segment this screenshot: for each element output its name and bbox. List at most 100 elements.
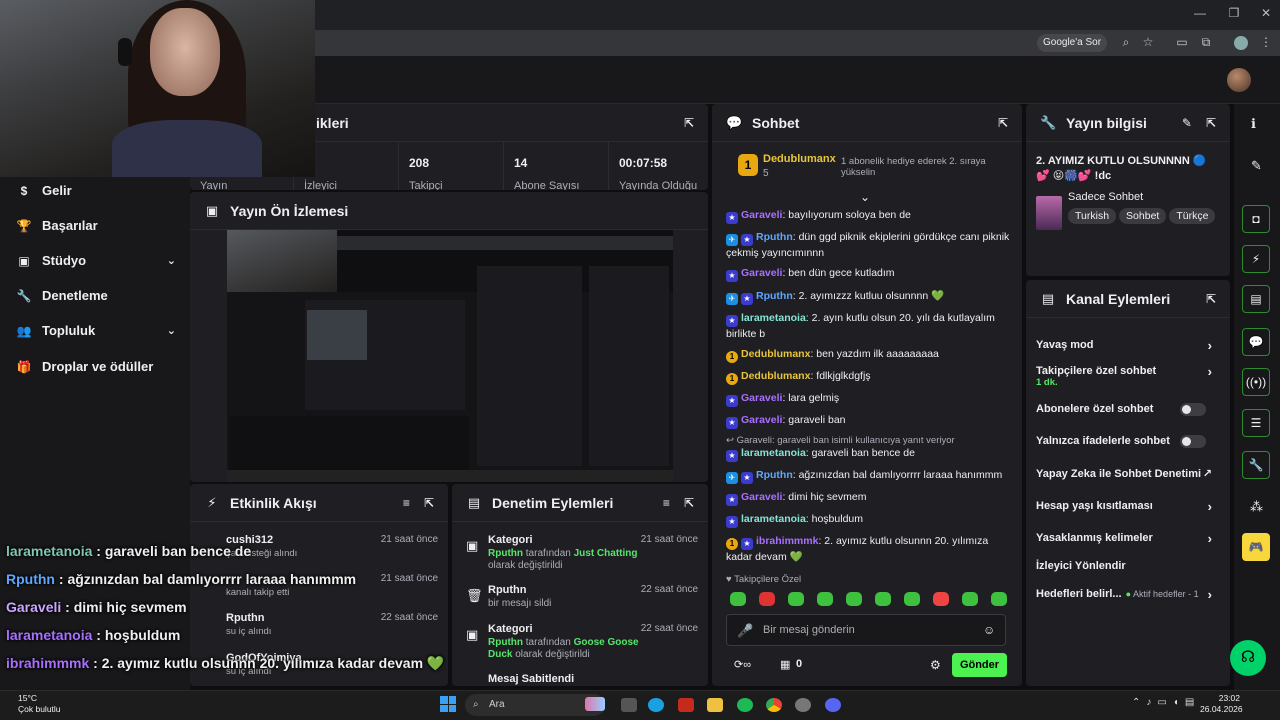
edge-icon[interactable]	[648, 698, 664, 712]
send-button[interactable]: Gönder	[952, 653, 1007, 677]
wrench-icon[interactable]: 🔧	[1242, 451, 1270, 479]
channel-action-item[interactable]: Hedefleri belirl... ● Aktif hedefler - 1 ›	[1036, 587, 1220, 602]
help-headset-icon[interactable]: ☊	[1230, 640, 1266, 676]
emote-icon[interactable]	[904, 592, 920, 606]
folder-icon[interactable]	[707, 698, 723, 712]
popout-icon[interactable]: ⇱	[1206, 292, 1216, 306]
toggle-switch[interactable]	[1180, 435, 1206, 448]
sidebar-item-studyo[interactable]: ▣ Stüdyo ⌄	[16, 253, 176, 268]
channel-action-item[interactable]: Yavaş mod ›	[1036, 338, 1220, 353]
community-icon[interactable]: ⁂	[1250, 499, 1263, 515]
chat-username[interactable]: larametanoia	[741, 312, 806, 324]
bookmark-icon[interactable]: ☆	[1140, 35, 1156, 49]
info-icon[interactable]: ℹ	[1251, 116, 1256, 132]
channel-action-item[interactable]: Yasaklanmış kelimeler ›	[1036, 531, 1220, 546]
emote-icon[interactable]	[817, 592, 833, 606]
edit-pencil-icon[interactable]: ✎	[1182, 116, 1192, 130]
sidebar-item-gelir[interactable]: $ Gelir	[16, 183, 176, 198]
emote-icon[interactable]	[933, 592, 949, 606]
microphone-icon[interactable]: 🎤	[737, 623, 753, 639]
emote-icon[interactable]	[788, 592, 804, 606]
tag[interactable]: Turkish	[1068, 208, 1117, 224]
media-icon[interactable]: ▭	[1174, 35, 1190, 49]
restore-icon[interactable]: ❐	[1224, 6, 1244, 20]
emote-icon[interactable]	[962, 592, 978, 606]
close-icon[interactable]: ✕	[1256, 6, 1276, 20]
emote-icon[interactable]	[730, 592, 746, 606]
chat-username[interactable]: Dedublumanx	[741, 348, 810, 360]
emote-icon[interactable]	[759, 592, 775, 606]
chat-username[interactable]: Garaveli	[741, 414, 782, 426]
filter-icon[interactable]: ≡	[663, 496, 670, 510]
chat-username[interactable]: Garaveli	[741, 392, 782, 404]
chat-username[interactable]: Rputhn	[756, 469, 793, 481]
settings-gear-icon[interactable]: ⚙	[930, 658, 941, 672]
emote-icon[interactable]	[846, 592, 862, 606]
zoom-icon[interactable]: ⌕	[1118, 35, 1134, 50]
sidebar-item-topluluk[interactable]: 👥 Topluluk ⌄	[16, 323, 176, 338]
menu-icon[interactable]: ⋮	[1258, 35, 1274, 49]
channel-points-icon[interactable]: ⟳∞	[734, 658, 751, 671]
popout-icon[interactable]: ⇱	[424, 496, 434, 510]
chat-username[interactable]: Rputhn	[756, 290, 793, 302]
gift-icon[interactable]: ▦	[780, 658, 790, 671]
emote-icon[interactable]	[991, 592, 1007, 606]
chat-username[interactable]: Rputhn	[756, 231, 793, 243]
chat-input[interactable]: 🎤 Bir mesaj gönderin ☺	[726, 614, 1006, 646]
chat-username[interactable]: Garaveli	[741, 491, 782, 503]
google-ask-button[interactable]: Google'a Sor	[1037, 34, 1108, 52]
sidebar-item-denetleme[interactable]: 🔧 Denetleme	[16, 288, 176, 303]
start-icon[interactable]	[440, 696, 456, 712]
chat-username[interactable]: Dedublumanx	[741, 370, 810, 382]
extensions-icon[interactable]: ⧉	[1198, 35, 1214, 50]
popout-icon[interactable]: ⇱	[998, 116, 1008, 130]
channel-action-item[interactable]: Yapay Zeka ile Sohbet Denetimi ↗	[1036, 468, 1220, 480]
sidebar-item-basarilar[interactable]: 🏆 Başarılar	[16, 218, 176, 233]
game-icon[interactable]: 🎮	[1242, 533, 1270, 561]
channel-action-item[interactable]: Takipçilere özel sohbet 1 dk. ›	[1036, 364, 1220, 388]
pdf-icon[interactable]	[678, 698, 694, 712]
edit-pencil-icon[interactable]: ✎	[1251, 158, 1262, 174]
broadcast-icon[interactable]: ((•))	[1242, 368, 1270, 396]
discord-icon[interactable]	[825, 698, 841, 712]
emote-icon[interactable]	[875, 592, 891, 606]
taskbar-search[interactable]: ⌕ Ara	[465, 694, 605, 716]
server-icon[interactable]: ☰	[1242, 409, 1270, 437]
emoji-icon[interactable]: ☺	[983, 623, 995, 637]
popout-icon[interactable]: ⇱	[684, 116, 694, 130]
avatar[interactable]	[1227, 68, 1251, 92]
channel-action-item[interactable]: Hesap yaşı kısıtlaması ›	[1036, 499, 1220, 514]
channel-action-item[interactable]: Abonelere özel sohbet	[1036, 403, 1220, 416]
clip-icon[interactable]: ◘	[1242, 205, 1270, 233]
studio-icon: ▣	[18, 253, 30, 268]
profile-icon[interactable]	[1234, 36, 1248, 50]
lightning-icon[interactable]: ⚡	[1242, 245, 1270, 273]
chat-username[interactable]: Garaveli	[741, 209, 782, 221]
channel-action-item[interactable]: Yalnızca ifadelerle sohbet	[1036, 435, 1220, 448]
tag[interactable]: Türkçe	[1169, 208, 1216, 224]
search-highlight-icon[interactable]	[585, 697, 605, 711]
settings-gear-icon[interactable]	[795, 698, 811, 712]
chat-username[interactable]: larametanoia	[741, 513, 806, 525]
channel-action-item[interactable]: İzleyici Yönlendir	[1036, 560, 1220, 572]
popout-icon[interactable]: ⇱	[1206, 116, 1216, 130]
chat-icon[interactable]: 💬	[1242, 328, 1270, 356]
popout-icon[interactable]: ⇱	[684, 496, 694, 510]
sidebar-item-droplar[interactable]: 🎁 Droplar ve ödüller	[16, 359, 176, 374]
mod-event-time: 21 saat önce	[640, 534, 698, 545]
toggle-switch[interactable]	[1180, 403, 1206, 416]
system-tray[interactable]: ⌃♪▭◖▤	[1132, 697, 1200, 708]
document-icon[interactable]: ▤	[1242, 285, 1270, 313]
filter-icon[interactable]: ≡	[403, 496, 410, 510]
tag[interactable]: Sohbet	[1119, 208, 1167, 224]
chat-username[interactable]: larametanoia	[741, 447, 806, 459]
chevron-down-icon[interactable]: ⌄	[860, 190, 870, 204]
spotify-icon[interactable]	[737, 698, 753, 712]
chat-username[interactable]: ibrahimmmk	[756, 535, 818, 547]
weather-widget[interactable]: 15°C Çok bulutlu	[18, 693, 61, 715]
chat-username[interactable]: Garaveli	[741, 267, 782, 279]
clock[interactable]: 23:02 26.04.2026	[1200, 693, 1243, 715]
minimize-icon[interactable]: —	[1190, 6, 1210, 20]
chrome-icon[interactable]	[766, 698, 782, 712]
task-view-icon[interactable]	[621, 698, 637, 712]
